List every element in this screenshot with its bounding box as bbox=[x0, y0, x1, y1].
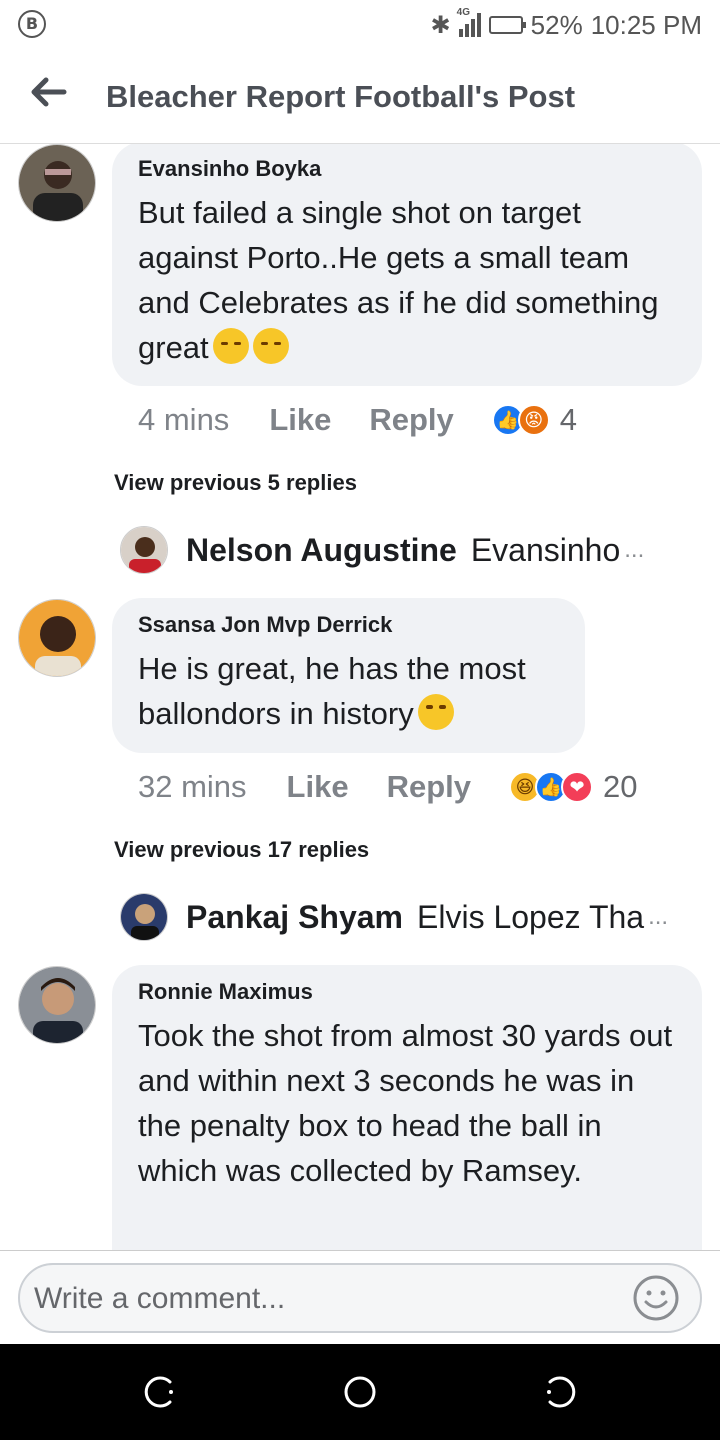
laughing-emoji-icon bbox=[417, 694, 454, 730]
comment-author[interactable]: Ronnie Maximus bbox=[138, 979, 676, 1005]
comment-input-placeholder: Write a comment... bbox=[34, 1282, 286, 1315]
reactions[interactable]: 😆 👍 ❤ bbox=[509, 771, 593, 803]
view-previous-replies[interactable]: View previous 17 replies bbox=[114, 837, 369, 863]
app-header: Bleacher Report Football's Post bbox=[0, 50, 720, 144]
reply-ellipsis: ... bbox=[624, 536, 645, 563]
reply-preview: Elvis Lopez Tha bbox=[417, 898, 645, 935]
battery-percent: 52% bbox=[530, 9, 583, 40]
page-title: Bleacher Report Football's Post bbox=[106, 79, 576, 114]
comment-author[interactable]: Evansinho Boyka bbox=[138, 156, 676, 182]
reaction-count[interactable]: 20 bbox=[603, 769, 637, 805]
comment-text: He is great, he has the most ballondors … bbox=[138, 651, 526, 731]
latest-reply[interactable]: Nelson Augustine Evansinho ... bbox=[120, 526, 644, 574]
signal-icon: 4G bbox=[457, 7, 481, 37]
battery-icon bbox=[488, 16, 526, 34]
comment-time: 4 mins bbox=[138, 402, 230, 437]
bluetooth-icon: ✱ bbox=[430, 11, 451, 39]
emoji-picker-icon[interactable] bbox=[632, 1274, 680, 1322]
avatar[interactable] bbox=[18, 144, 96, 222]
app-notification-icon: B bbox=[18, 10, 46, 38]
love-reaction-icon: ❤ bbox=[561, 771, 593, 803]
comment-composer: Write a comment... bbox=[0, 1250, 720, 1344]
comment-actions: 4 mins Like Reply 👍 😡 4 bbox=[138, 402, 577, 438]
avatar[interactable] bbox=[18, 966, 96, 1044]
view-previous-replies[interactable]: View previous 5 replies bbox=[114, 470, 357, 496]
reply-author[interactable]: Nelson Augustine bbox=[186, 532, 457, 569]
reply-button[interactable]: Reply bbox=[369, 402, 453, 438]
comment-input[interactable]: Write a comment... bbox=[18, 1263, 702, 1333]
comment-bubble[interactable]: Ronnie Maximus Took the shot from almost… bbox=[112, 965, 702, 1250]
angry-reaction-icon: 😡 bbox=[517, 404, 550, 436]
latest-reply[interactable]: Pankaj Shyam Elvis Lopez Tha ... bbox=[120, 893, 668, 941]
reply-ellipsis: ... bbox=[648, 903, 669, 930]
sleeping-emoji-icon bbox=[252, 328, 289, 364]
system-nav-bar bbox=[0, 1344, 720, 1440]
avatar[interactable] bbox=[18, 599, 96, 677]
comment-bubble[interactable]: Evansinho Boyka But failed a single shot… bbox=[112, 144, 702, 386]
comment-actions: 32 mins Like Reply 😆 👍 ❤ 20 bbox=[138, 769, 637, 805]
reply-button[interactable]: Reply bbox=[387, 769, 471, 805]
back-arrow-icon[interactable] bbox=[28, 72, 68, 112]
reply-preview: Evansinho bbox=[470, 531, 621, 568]
avatar[interactable] bbox=[120, 526, 168, 574]
avatar[interactable] bbox=[120, 893, 168, 941]
status-bar: B ✱ 4G 52% 10:25 PM bbox=[0, 0, 720, 50]
clock: 10:25 PM bbox=[590, 9, 702, 40]
reactions[interactable]: 👍 😡 bbox=[491, 404, 550, 436]
like-button[interactable]: Like bbox=[287, 769, 349, 805]
reaction-count[interactable]: 4 bbox=[560, 402, 577, 438]
sleeping-emoji-icon bbox=[212, 328, 249, 364]
back-icon[interactable] bbox=[540, 1372, 580, 1412]
comment-bubble[interactable]: Ssansa Jon Mvp Derrick He is great, he h… bbox=[112, 598, 585, 753]
comment-text: Took the shot from almost 30 yards out a… bbox=[138, 1018, 673, 1188]
comment-author[interactable]: Ssansa Jon Mvp Derrick bbox=[138, 612, 559, 638]
comments-feed[interactable]: Evansinho Boyka But failed a single shot… bbox=[0, 144, 720, 1250]
home-icon[interactable] bbox=[340, 1372, 380, 1412]
comment-time: 32 mins bbox=[138, 769, 247, 804]
network-type: 4G bbox=[456, 7, 470, 18]
like-button[interactable]: Like bbox=[269, 402, 331, 438]
reply-author[interactable]: Pankaj Shyam bbox=[186, 899, 403, 936]
recent-apps-icon[interactable] bbox=[140, 1372, 180, 1412]
